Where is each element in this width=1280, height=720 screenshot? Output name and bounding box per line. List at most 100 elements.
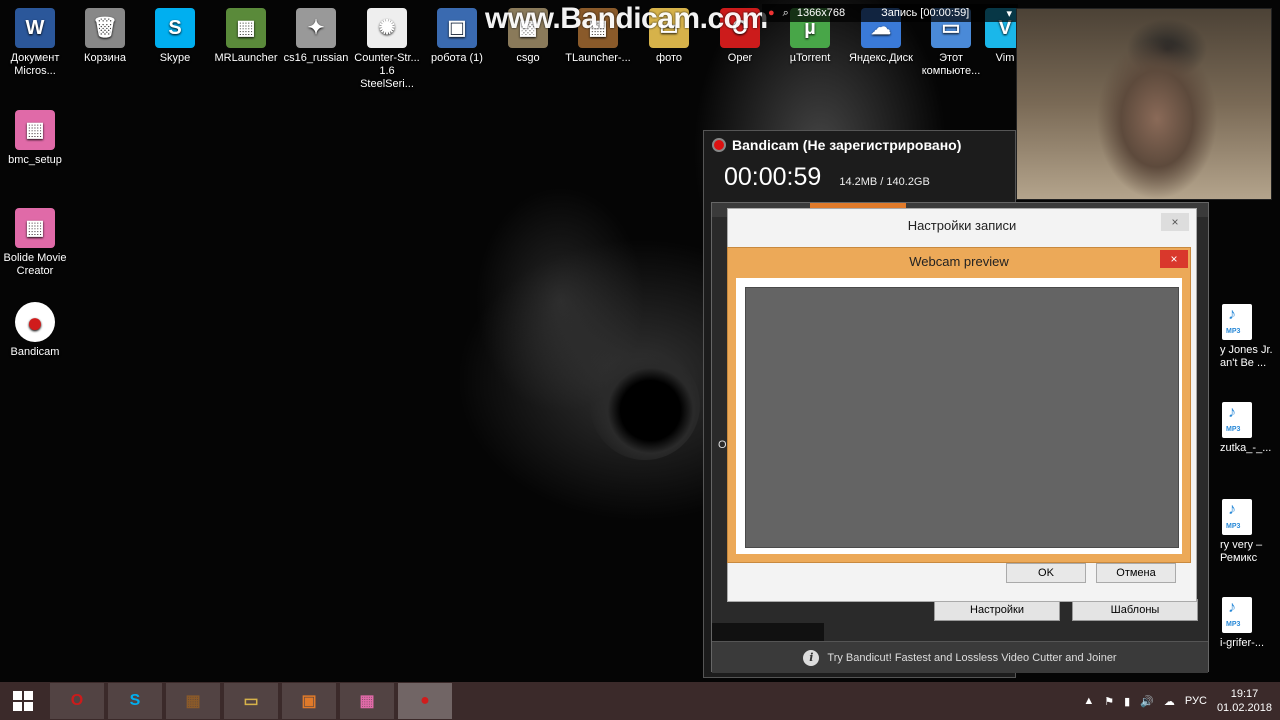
mp3-tag: MP3: [1226, 328, 1241, 335]
mp3-file-icon[interactable]: ♪ MP3 zutka_-_...: [1220, 402, 1280, 455]
settings-dialog-title: Настройки записи: [907, 217, 1017, 233]
windows-logo-icon: [13, 691, 33, 711]
tray-icon[interactable]: ▲: [1083, 695, 1094, 708]
music-note-icon: ♪: [1228, 404, 1236, 421]
desktop-icon-label: фото: [656, 52, 682, 64]
app-icon: ▦: [15, 110, 55, 150]
app-icon: ✦: [296, 8, 336, 48]
mp3-file-icon[interactable]: ♪ MP3 ry very – Ремикс: [1220, 499, 1280, 565]
mp3-file-label: y Jones Jr. an't Be ...: [1220, 344, 1273, 369]
clock[interactable]: 19:17 01.02.2018: [1217, 687, 1272, 715]
promo-text: Try Bandicut! Fastest and Lossless Video…: [827, 651, 1117, 664]
mp3-file-icon[interactable]: ♪ MP3 y Jones Jr. an't Be ...: [1220, 304, 1280, 370]
desktop-icon-label: робота (1): [431, 52, 483, 64]
desktop-icon-label: Oper: [727, 52, 753, 64]
desktop-icon[interactable]: W Документ Micros...: [0, 8, 70, 78]
system-tray: ▲ ⚑ ▮ 🔊 ☁ РУС 19:17 01.02.2018: [1083, 682, 1272, 720]
record-icon: ●: [768, 7, 775, 19]
desktop-icon[interactable]: ✺ Counter-Str... 1.6 SteelSeri...: [352, 8, 422, 91]
side-letter: O: [718, 439, 727, 451]
mp3-tag: MP3: [1226, 621, 1241, 628]
music-file-icon: ♪ MP3: [1222, 597, 1252, 633]
recording-status: Запись [00:00:59]: [881, 7, 970, 19]
desktop-icon-label: Counter-Str... 1.6 SteelSeri...: [354, 52, 420, 90]
search-icon: ⌕: [782, 6, 789, 19]
start-button[interactable]: [0, 682, 46, 720]
mp3-file-icon[interactable]: ♪ MP3 i-grifer-...: [1220, 597, 1280, 650]
desktop-icon-label: Skype: [159, 52, 191, 64]
webcam-preview-dialog: Webcam preview ×: [727, 247, 1191, 563]
desktop-icon[interactable]: ✦ cs16_russian: [281, 8, 351, 65]
webcam-overlay: [1016, 8, 1272, 200]
mp3-file-label: i-grifer-...: [1220, 637, 1264, 649]
desktop-icon[interactable]: S Skype: [140, 8, 210, 65]
file-size-readout: 14.2MB / 140.2GB: [839, 176, 930, 188]
tray-icon[interactable]: ☁: [1164, 695, 1175, 708]
app-icon: 🗑: [85, 8, 125, 48]
taskbar-app-button[interactable]: ▭: [224, 683, 278, 719]
language-indicator[interactable]: РУС: [1185, 695, 1207, 707]
templates-button[interactable]: Шаблоны: [1072, 599, 1198, 621]
taskbar-app-button[interactable]: ▦: [340, 683, 394, 719]
app-icon: W: [15, 8, 55, 48]
tray-icon[interactable]: ▮: [1124, 695, 1130, 708]
wallpaper-eye: [590, 350, 700, 460]
music-note-icon: ♪: [1228, 306, 1236, 323]
desktop-icon-label: Яндекс.Диск: [849, 52, 913, 64]
desktop-icon-label: Bolide Movie Creator: [3, 252, 67, 277]
app-icon: ▦: [226, 8, 266, 48]
settings-close-button[interactable]: ×: [1161, 213, 1189, 231]
music-note-icon: ♪: [1228, 501, 1236, 518]
tray-icon[interactable]: 🔊: [1140, 695, 1154, 708]
music-file-icon: ♪ MP3: [1222, 402, 1252, 438]
desktop-icon-label: Корзина: [84, 52, 126, 64]
taskbar-app-button[interactable]: ●: [398, 683, 452, 719]
chevron-down-icon[interactable]: ▾: [1006, 7, 1012, 20]
desktop-icon-label: csgo: [516, 52, 540, 64]
bandicam-logo-icon: [712, 138, 726, 152]
taskbar-app-button[interactable]: O: [50, 683, 104, 719]
taskbar-app-button[interactable]: ▣: [282, 683, 336, 719]
cancel-button[interactable]: Отмена: [1096, 563, 1176, 583]
tray-icon[interactable]: ⚑: [1104, 695, 1114, 708]
desktop-icon[interactable]: ● Bandicam: [0, 302, 70, 359]
desktop-icon[interactable]: 🗑 Корзина: [70, 8, 140, 65]
desktop-icon-label: bmc_setup: [8, 154, 62, 166]
clock-date: 01.02.2018: [1216, 702, 1272, 714]
desktop-icon-label: Bandicam: [10, 346, 60, 358]
app-icon: ▣: [437, 8, 477, 48]
bandicam-title-bar[interactable]: Bandicam (Не зарегистрировано): [704, 131, 1015, 159]
taskbar-app-button[interactable]: ▦: [166, 683, 220, 719]
webcam-dialog-title: Webcam preview: [909, 253, 1009, 269]
mp3-file-label: zutka_-_...: [1220, 442, 1272, 454]
desktop-icon[interactable]: ▣ робота (1): [422, 8, 492, 65]
webcam-preview-area: [745, 287, 1179, 548]
taskbar-app-button[interactable]: S: [108, 683, 162, 719]
desktop-icon[interactable]: ▦ bmc_setup: [0, 110, 70, 167]
desktop-icon-label: µTorrent: [789, 52, 831, 64]
webcam-preview-body: [736, 278, 1182, 554]
app-icon: ●: [15, 302, 55, 342]
desktop-icon-label: TLauncher-...: [565, 52, 631, 64]
info-icon: i: [803, 649, 820, 666]
desktop-icon[interactable]: ▦ MRLauncher: [211, 8, 281, 65]
app-icon: S: [155, 8, 195, 48]
music-note-icon: ♪: [1228, 599, 1236, 616]
desktop-icon-label: Документ Micros...: [10, 52, 60, 77]
mp3-file-label: ry very – Ремикс: [1220, 539, 1263, 564]
webcam-close-button[interactable]: ×: [1160, 250, 1188, 268]
mp3-tag: MP3: [1226, 426, 1241, 433]
mp3-tag: MP3: [1226, 523, 1241, 530]
desktop-icon-label: cs16_russian: [283, 52, 349, 64]
desktop-icon[interactable]: ▦ Bolide Movie Creator: [0, 208, 70, 278]
settings-button[interactable]: Настройки: [934, 599, 1060, 621]
promo-bar[interactable]: i Try Bandicut! Fastest and Lossless Vid…: [712, 641, 1208, 673]
bandicam-watermark: www.Bandicam.com: [485, 2, 768, 35]
app-icon: ✺: [367, 8, 407, 48]
recording-resolution: 1366x768: [796, 7, 846, 19]
ok-button[interactable]: OK: [1006, 563, 1086, 583]
music-file-icon: ♪ MP3: [1222, 499, 1252, 535]
taskbar: O S ▦ ▭ ▣ ▦ ● ▲ ⚑ ▮ 🔊 ☁ РУС 19:17 01.02.2018: [0, 682, 1280, 720]
recording-timer: 00:00:59: [724, 163, 822, 191]
clock-time: 19:17: [1230, 688, 1259, 700]
